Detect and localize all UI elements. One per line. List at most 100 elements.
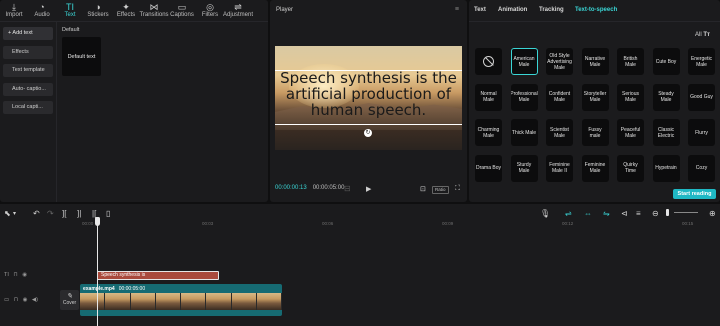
voice-card[interactable]: Flurry [688, 119, 715, 146]
nav-effects[interactable]: ✦ Effects [112, 0, 140, 21]
lock-icon[interactable]: ⊓ [13, 272, 17, 278]
text-sidebar: + Add text Effects Text template Auto- capt… [3, 27, 53, 120]
tab-tracking[interactable]: Tracking [539, 7, 564, 13]
player-menu-icon[interactable]: ≡ [455, 6, 459, 13]
tab-text-to-speech[interactable]: Text-to-speech [575, 7, 617, 13]
text-sidebar-item[interactable]: Text template [3, 64, 53, 77]
select-dropdown-icon[interactable]: ▾ [13, 210, 16, 217]
nav-text[interactable]: TI Text [56, 0, 84, 21]
cover-button[interactable]: ✎ Cover [60, 290, 79, 310]
text-sidebar-item[interactable]: Auto- captio... [3, 82, 53, 96]
playhead-handle[interactable] [95, 217, 100, 226]
split-icon[interactable]: ][ [62, 209, 66, 218]
playhead[interactable] [95, 217, 100, 326]
ruler-label: 00:00 [82, 221, 94, 226]
voice-card[interactable]: Cute Boy [652, 48, 680, 75]
voice-card[interactable]: Confident Male [546, 83, 573, 111]
caption-selection-box[interactable] [275, 70, 462, 125]
voice-card[interactable]: British Male [617, 48, 644, 75]
voice-card[interactable]: Feminine Male II [546, 154, 573, 182]
top-toolbar: ⤓ Import ◔ Audio TI Text ◑ Stickers ✦ Effects ⋈ Tra… [0, 0, 268, 22]
voice-card[interactable]: Charming Male [475, 119, 502, 146]
media-panel: ⤓ Import ◔ Audio TI Text ◑ Stickers ✦ Effects ⋈ Tra… [0, 0, 268, 202]
text-clip[interactable]: Speech synthesis is [97, 271, 219, 280]
nav-import[interactable]: ⤓ Import [0, 0, 28, 21]
nav-captions[interactable]: ▭ Captions [168, 0, 196, 21]
microphone-icon[interactable]: 🎙 [540, 209, 550, 218]
eye-icon[interactable]: ◉ [22, 272, 27, 278]
voice-card[interactable]: Professional Male [510, 83, 538, 111]
total-time: 00:00:05:00 [312, 185, 345, 191]
video-clip-label: example.mp4 00:00:05:00 [83, 286, 145, 292]
voice-card[interactable]: Quirky Time [617, 154, 644, 182]
voice-card[interactable]: Classic Electric [652, 119, 680, 146]
start-reading-button[interactable]: Start reading [673, 189, 716, 199]
nav-filters[interactable]: ◎ Filters [196, 0, 224, 21]
voice-none-card[interactable] [475, 48, 502, 75]
main-track-magnet-icon[interactable]: ⇌ [565, 209, 572, 218]
properties-tabs: Text Animation Tracking Text-to-speech [469, 0, 720, 22]
nav-label: Stickers [87, 12, 109, 18]
zoom-out-icon[interactable]: ≡ [636, 209, 641, 218]
voice-card[interactable]: Cozy [688, 154, 715, 182]
nav-transitions[interactable]: ⋈ Transitions [139, 0, 168, 21]
timeline-marker-icon[interactable]: ⊟ [344, 184, 351, 193]
voice-filter[interactable]: All Tт [695, 32, 710, 38]
voice-card[interactable]: Feminine Male [581, 154, 609, 182]
voice-card[interactable]: Hypetrain [652, 154, 680, 182]
voice-card[interactable]: Steady Male [652, 83, 680, 111]
video-preview[interactable]: Speech synthesis is the artificial produ… [275, 46, 462, 150]
linkage-icon[interactable]: ⇋ [603, 209, 610, 218]
delete-icon[interactable]: ▯ [106, 209, 110, 218]
filters-icon: ◎ [206, 2, 214, 12]
auto-snap-icon[interactable]: ⇔ [584, 209, 592, 218]
voice-card[interactable]: Old Style Advertising Male [546, 48, 573, 75]
eye-icon[interactable]: ◉ [23, 297, 28, 303]
video-clip-duration: 00:00:05:00 [118, 286, 146, 292]
voice-card[interactable]: Fussy male [581, 119, 609, 146]
nav-stickers[interactable]: ◑ Stickers [84, 0, 112, 21]
nav-adjustment[interactable]: ⇌ Adjustment [223, 0, 253, 21]
text-sidebar-item[interactable]: + Add text [3, 27, 53, 40]
voice-card[interactable]: American Male [510, 48, 538, 75]
text-sidebar-item[interactable]: Effects [3, 45, 53, 59]
play-icon[interactable]: ▶ [366, 185, 371, 193]
voice-card[interactable]: Storyteller Male [581, 83, 609, 111]
redo-icon[interactable]: ↷ [47, 209, 54, 218]
voice-card[interactable]: Thick Male [510, 119, 538, 146]
nav-label: Filters [201, 12, 219, 18]
voice-card[interactable]: Serious Male [617, 83, 644, 111]
voice-card[interactable]: Drama Boy [475, 154, 502, 182]
undo-icon[interactable]: ↶ [33, 209, 40, 218]
voice-card[interactable]: Scientist Male [546, 119, 573, 146]
preview-axis-icon[interactable]: ⊲ [621, 209, 628, 218]
ratio-button[interactable]: Ratio [432, 186, 449, 194]
voice-card[interactable]: Good Guy [688, 83, 715, 111]
transitions-icon: ⋈ [149, 2, 159, 12]
mute-icon[interactable]: ◀) [32, 297, 38, 303]
split-left-icon[interactable]: ]| [77, 209, 81, 218]
voice-card[interactable]: Normal Male [475, 83, 502, 111]
fullscreen-crop-icon[interactable]: ⊡ [420, 185, 426, 193]
voice-card[interactable]: Sturdy Male [510, 154, 538, 182]
fullscreen-icon[interactable]: ⛶ [455, 185, 460, 193]
voice-card[interactable]: Narrative Male [581, 48, 609, 75]
tab-text[interactable]: Text [474, 7, 486, 13]
nav-audio[interactable]: ◔ Audio [28, 0, 56, 21]
rotate-handle-icon[interactable]: ↻ [364, 129, 372, 137]
zoom-slider-track[interactable] [674, 212, 698, 213]
video-clip[interactable]: example.mp4 00:00:05:00 [80, 284, 282, 316]
select-tool-icon[interactable]: ⬉ [4, 209, 11, 218]
zoom-slider-handle[interactable] [666, 209, 669, 216]
video-frame [206, 293, 232, 310]
voice-card[interactable]: Peaceful Male [617, 119, 644, 146]
lock-icon[interactable]: ⊓ [14, 297, 18, 303]
zoom-fit-icon[interactable]: ⊖ [652, 209, 659, 218]
divider [56, 22, 57, 202]
text-sidebar-item[interactable]: Local capti... [3, 101, 53, 114]
time-ruler[interactable]: 00:00 00:03 00:06 00:09 00:12 00:15 [0, 220, 720, 230]
zoom-in-icon[interactable]: ⊕ [709, 209, 716, 218]
tab-animation[interactable]: Animation [498, 7, 527, 13]
voice-card[interactable]: Energetic Male [688, 48, 715, 75]
default-text-tile[interactable]: Default text [62, 37, 101, 76]
